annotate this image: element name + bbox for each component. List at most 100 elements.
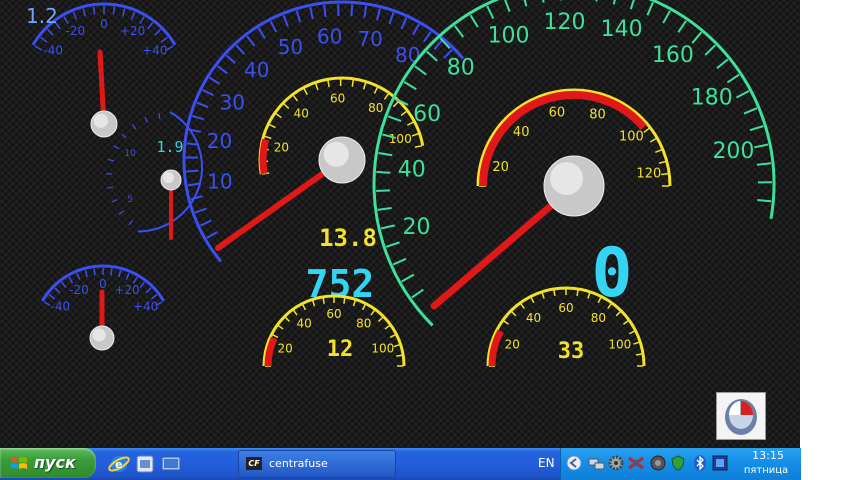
centrafuse-icon: CF bbox=[246, 457, 262, 470]
speed-tick bbox=[677, 20, 687, 33]
speed-tick bbox=[612, 0, 616, 5]
bottom-left-tick bbox=[292, 309, 298, 316]
speed-tick bbox=[757, 199, 772, 203]
voltage-tick bbox=[283, 103, 290, 110]
media-icon[interactable] bbox=[134, 453, 156, 475]
mode-label: 1.2 bbox=[26, 4, 58, 28]
rpm-tick bbox=[235, 44, 246, 55]
satellite-icon[interactable] bbox=[627, 454, 645, 472]
svg-text:e: e bbox=[115, 458, 122, 471]
small-dial-tick bbox=[118, 210, 125, 215]
small-dial-label: 10 bbox=[124, 149, 136, 159]
temp-bottom-tick bbox=[110, 268, 113, 276]
speed-tick bbox=[716, 58, 729, 69]
temp-top-tick bbox=[139, 16, 145, 25]
taskbar: пуск e CF centrafuse EN 13:15 пятница bbox=[0, 448, 801, 480]
speed-label: 160 bbox=[652, 43, 694, 68]
network-icon[interactable] bbox=[587, 454, 605, 472]
bluetooth-icon[interactable] bbox=[691, 454, 709, 472]
bottom-right-tick bbox=[633, 341, 640, 345]
bottom-left-label: 100 bbox=[371, 341, 394, 355]
app-tray-icon[interactable] bbox=[711, 454, 729, 472]
bottom-right-label: 60 bbox=[558, 301, 573, 315]
rpm-label: 60 bbox=[317, 25, 342, 49]
disc-icon[interactable] bbox=[649, 454, 667, 472]
temp-bottom-label: +20 bbox=[114, 283, 139, 297]
rpm-label: 30 bbox=[219, 90, 244, 114]
clock-time[interactable]: 13:15 bbox=[737, 449, 799, 462]
speed-label: 140 bbox=[601, 17, 643, 42]
speed-tick bbox=[646, 2, 654, 16]
speed-tick bbox=[743, 107, 758, 115]
bottom-left-redzone bbox=[264, 336, 278, 367]
speed-tick bbox=[704, 44, 716, 56]
temp-top-hub-highlight bbox=[93, 113, 108, 128]
bottom-left-label: 40 bbox=[297, 317, 312, 331]
speed-tick bbox=[486, 5, 495, 20]
bottom-left-tick bbox=[277, 324, 284, 330]
temp-bottom-tick bbox=[150, 294, 158, 300]
small-dial-tick bbox=[107, 186, 114, 189]
voltage-readout: 13.8 bbox=[319, 224, 377, 252]
desktop-icon[interactable] bbox=[160, 453, 182, 475]
small-dial-tick bbox=[131, 123, 137, 130]
ie-icon[interactable]: e bbox=[108, 453, 130, 475]
speed-inner-label: 60 bbox=[549, 105, 566, 120]
speed-inner-label: 80 bbox=[589, 107, 606, 122]
app-logo[interactable] bbox=[716, 392, 766, 440]
bottom-right-tick bbox=[553, 289, 556, 296]
back-arrow-icon[interactable] bbox=[565, 454, 583, 472]
bottom-right-label: 80 bbox=[591, 311, 606, 325]
rpm-tick bbox=[190, 195, 203, 201]
speed-tick bbox=[595, 0, 598, 2]
voltage-tick bbox=[275, 112, 282, 119]
speed-tick bbox=[380, 224, 395, 230]
voltage-tick bbox=[411, 132, 419, 137]
small-dial-readout: 1.9 bbox=[156, 138, 183, 156]
rpm-tick bbox=[363, 5, 368, 18]
temp-top-label: +40 bbox=[142, 44, 167, 58]
rpm-tick bbox=[388, 12, 395, 25]
dashboard-screen: -40 -20 0 +20 +40 10 5 1.9 -40 -20 0 +20 +40 10 20 30 40… bbox=[0, 0, 800, 448]
speed-inner-label: 100 bbox=[619, 130, 644, 145]
speed-label: 60 bbox=[413, 102, 441, 127]
rpm-tick bbox=[202, 88, 214, 97]
task-centrafuse[interactable]: CF centrafuse bbox=[238, 450, 396, 478]
rpm-tick bbox=[186, 169, 199, 173]
rpm-label: 10 bbox=[207, 170, 232, 194]
temp-top-tick bbox=[121, 8, 126, 17]
bottom-left-tick bbox=[384, 324, 391, 330]
speed-label: 200 bbox=[712, 139, 754, 164]
shield-icon[interactable] bbox=[669, 454, 687, 472]
rpm-tick bbox=[200, 219, 212, 227]
start-button[interactable]: пуск bbox=[0, 448, 96, 478]
rpm-tick bbox=[295, 10, 302, 23]
speed-tick bbox=[469, 14, 479, 28]
voltage-tick bbox=[327, 80, 330, 88]
temp-top-tick bbox=[40, 36, 48, 43]
speed-tick bbox=[387, 115, 402, 123]
windows-flag-icon bbox=[11, 457, 27, 469]
bottom-left-label: 60 bbox=[326, 307, 341, 321]
bottom-left-tick bbox=[389, 334, 396, 339]
temp-top-tick bbox=[46, 28, 54, 36]
bottom-left-tick bbox=[396, 354, 403, 357]
bottom-right-tick bbox=[587, 292, 591, 299]
small-dial-hub-highlight bbox=[163, 172, 174, 183]
mouse-logo-icon bbox=[725, 399, 757, 435]
speed-tick bbox=[756, 162, 772, 166]
small-dial-tick bbox=[144, 116, 148, 123]
temp-top-tick bbox=[130, 11, 136, 20]
rpm-tick bbox=[186, 142, 199, 146]
small-dial-tick bbox=[113, 145, 120, 150]
voltage-tick bbox=[414, 145, 422, 148]
bottom-left-label: 80 bbox=[356, 317, 371, 331]
gear-icon[interactable] bbox=[607, 454, 625, 472]
language-indicator[interactable]: EN bbox=[538, 456, 555, 470]
temp-top-label: +20 bbox=[120, 24, 145, 38]
speed-tick bbox=[662, 10, 671, 24]
speed-tick bbox=[376, 170, 391, 174]
small-dial-tick bbox=[128, 220, 134, 226]
temp-top-tick bbox=[63, 16, 69, 25]
bottom-left-tick bbox=[378, 316, 384, 322]
